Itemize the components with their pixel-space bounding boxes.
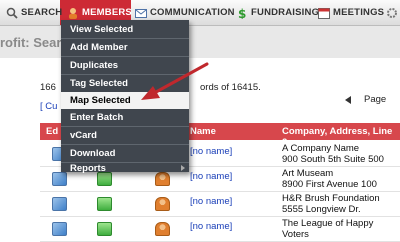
annotation-arrow-icon [141, 62, 209, 100]
